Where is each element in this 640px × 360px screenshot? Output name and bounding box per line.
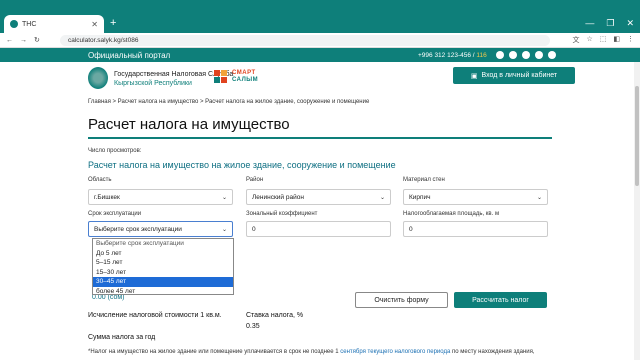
youtube-icon[interactable] bbox=[548, 51, 556, 59]
dropdown-option[interactable]: 30–45 лет bbox=[93, 277, 233, 287]
instagram-icon[interactable] bbox=[509, 51, 517, 59]
title-divider bbox=[88, 137, 552, 139]
zone-label: Зональный коэффициент bbox=[246, 211, 318, 217]
term-value: Выберите срок эксплуатации bbox=[94, 225, 182, 233]
back-icon[interactable]: ← bbox=[6, 37, 13, 44]
extensions-icon[interactable]: ⬚ bbox=[600, 35, 607, 45]
chevron-down-icon: ⌄ bbox=[221, 226, 227, 233]
district-label: Район bbox=[246, 177, 264, 183]
region-select[interactable]: г.Бишкек ⌄ bbox=[88, 189, 233, 205]
smart-salym-mark-icon bbox=[214, 70, 228, 84]
state-emblem-icon[interactable] bbox=[88, 67, 108, 89]
dropdown-option[interactable]: более 45 лет bbox=[93, 287, 233, 297]
breadcrumb[interactable]: Главная > Расчет налога на имущество > Р… bbox=[88, 99, 369, 105]
note-prefix: *Налог на имущество на жилое здание или … bbox=[88, 349, 341, 355]
tab-close-icon[interactable]: ✕ bbox=[91, 20, 98, 29]
close-window-icon[interactable]: ✕ bbox=[626, 18, 634, 29]
term-dropdown-list: Выберите срок эксплуатации До 5 лет 5–15… bbox=[92, 238, 234, 295]
minimize-icon[interactable]: — bbox=[585, 18, 594, 29]
browser-window: ТНС ✕ + — ❐ ✕ ← → ↻ calculator.salyk.kg/… bbox=[0, 0, 640, 360]
new-tab-button[interactable]: + bbox=[110, 17, 116, 29]
address-bar: ← → ↻ calculator.salyk.kg/st086 文 ☆ ⬚ ◧ … bbox=[0, 33, 640, 48]
window-controls: — ❐ ✕ bbox=[585, 18, 634, 29]
translate-icon[interactable]: 文 bbox=[572, 35, 579, 45]
note-suffix: по месту нахождения здания, bbox=[450, 349, 535, 355]
chevron-down-icon: ⌄ bbox=[379, 194, 385, 201]
phone-number: +996 312 123-456 / 116 bbox=[418, 52, 487, 59]
note-deadline-link[interactable]: сентября текущего налогового периода bbox=[340, 349, 450, 355]
section-title: Расчет налога на имущество на жилое здан… bbox=[88, 160, 396, 170]
chevron-down-icon: ⌄ bbox=[221, 194, 227, 201]
dropdown-option[interactable]: До 5 лет bbox=[93, 249, 233, 259]
maximize-icon[interactable]: ❐ bbox=[606, 18, 614, 29]
address-bar-actions: 文 ☆ ⬚ ◧ ⋮ bbox=[572, 35, 634, 45]
phone-text: +996 312 123-456 / bbox=[418, 51, 475, 59]
calculate-tax-button[interactable]: Рассчитать налог bbox=[454, 292, 547, 308]
material-select[interactable]: Кирпич ⌄ bbox=[403, 189, 548, 205]
dropdown-option[interactable]: Выберите срок эксплуатации bbox=[93, 239, 233, 249]
tax-rate-value: 0.35 bbox=[246, 323, 260, 330]
term-select[interactable]: Выберите срок эксплуатации ⌄ bbox=[88, 221, 233, 237]
short-number: 116 bbox=[476, 51, 487, 59]
url-text: calculator.salyk.kg/st086 bbox=[68, 37, 139, 44]
tab-bar: ТНС ✕ + — ❐ ✕ bbox=[0, 0, 640, 33]
menu-icon[interactable]: ⋮ bbox=[627, 35, 634, 45]
sidebar-icon[interactable]: ◧ bbox=[613, 35, 620, 45]
views-counter: Число просмотров: bbox=[88, 148, 142, 154]
dropdown-option[interactable]: 15–30 лет bbox=[93, 268, 233, 278]
district-value: Ленинский район bbox=[252, 193, 304, 201]
smart-line-1: СМАРТ bbox=[232, 70, 256, 76]
area-value: 0 bbox=[409, 225, 413, 233]
page-scrollbar[interactable] bbox=[634, 62, 640, 360]
tab-title: ТНС bbox=[22, 20, 37, 28]
term-label: Срок эксплуатации bbox=[88, 211, 142, 217]
social-links bbox=[496, 51, 556, 59]
forward-icon[interactable]: → bbox=[20, 37, 27, 44]
browser-tab[interactable]: ТНС ✕ bbox=[4, 15, 104, 33]
district-select[interactable]: Ленинский район ⌄ bbox=[246, 189, 391, 205]
site-header: Государственная Налоговая Служба Кыргызс… bbox=[0, 62, 640, 94]
clear-form-button[interactable]: Очистить форму bbox=[355, 292, 448, 308]
login-label: Вход в личный кабинет bbox=[481, 72, 558, 79]
telegram-icon[interactable] bbox=[522, 51, 530, 59]
zone-input[interactable]: 0 bbox=[246, 221, 391, 237]
facebook-icon[interactable] bbox=[496, 51, 504, 59]
login-icon: ▣ bbox=[470, 72, 478, 80]
site-top-bar: Официальный портал +996 312 123-456 / 11… bbox=[0, 48, 640, 62]
material-label: Материал стен bbox=[403, 177, 445, 183]
smart-salym-text: СМАРТ САЛЫМ bbox=[232, 70, 258, 84]
dropdown-option[interactable]: 5–15 лет bbox=[93, 258, 233, 268]
smart-salym-logo[interactable]: СМАРТ САЛЫМ bbox=[214, 70, 258, 84]
material-value: Кирпич bbox=[409, 193, 431, 201]
login-button[interactable]: ▣ Вход в личный кабинет bbox=[453, 67, 575, 84]
calc-value-label: Исчисление налоговой стоимости 1 кв.м. bbox=[88, 312, 222, 319]
url-field[interactable]: calculator.salyk.kg/st086 bbox=[60, 35, 550, 46]
zone-value: 0 bbox=[252, 225, 256, 233]
scrollbar-thumb[interactable] bbox=[635, 86, 639, 186]
whatsapp-icon[interactable] bbox=[535, 51, 543, 59]
bookmark-star-icon[interactable]: ☆ bbox=[586, 35, 592, 45]
smart-line-2: САЛЫМ bbox=[232, 77, 259, 83]
tax-rate-label: Ставка налога, % bbox=[246, 312, 304, 319]
area-input[interactable]: 0 bbox=[403, 221, 548, 237]
reload-icon[interactable]: ↻ bbox=[34, 36, 40, 44]
area-label: Налогооблагаемая площадь, кв. м bbox=[403, 211, 500, 217]
payment-note: *Налог на имущество на жилое здание или … bbox=[88, 349, 535, 355]
region-value: г.Бишкек bbox=[94, 193, 120, 201]
region-label: Область bbox=[88, 177, 112, 183]
site-favicon-icon bbox=[10, 20, 18, 28]
chevron-down-icon: ⌄ bbox=[536, 194, 542, 201]
annual-sum-label: Сумма налога за год bbox=[88, 334, 156, 341]
page-title: Расчет налога на имущество bbox=[88, 116, 290, 133]
portal-title: Официальный портал bbox=[88, 50, 171, 60]
